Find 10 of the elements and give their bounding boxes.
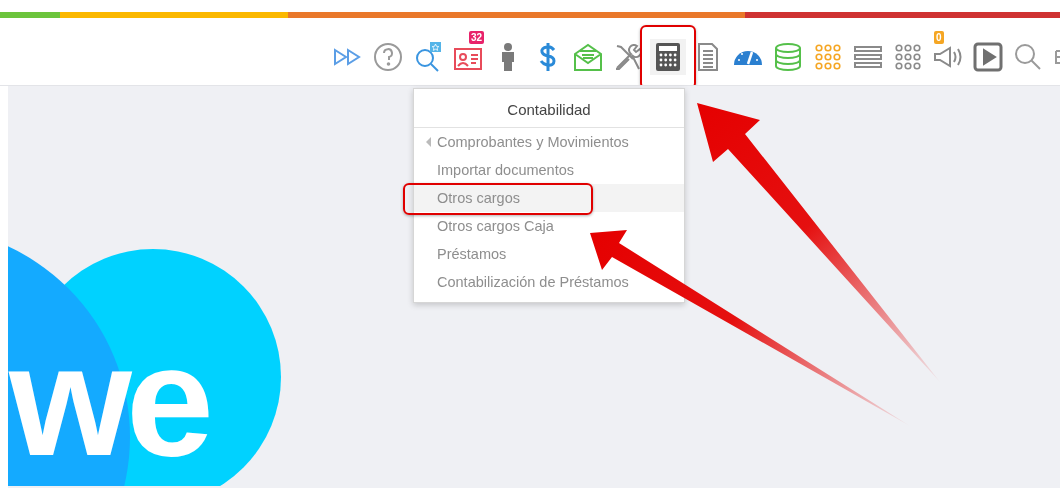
calculator-icon[interactable] (650, 38, 686, 75)
menu-item[interactable]: Otros cargos Caja (437, 212, 554, 240)
menu-item[interactable]: Contabilización de Préstamos (437, 268, 629, 296)
menu-item[interactable]: Comprobantes y Movimientos (437, 128, 629, 156)
menu-title: Contabilidad (414, 89, 684, 128)
count-badge: 0 (934, 30, 944, 44)
count-badge: 32 (468, 30, 484, 44)
menu-item[interactable]: Importar documentos (437, 156, 574, 184)
menu-item[interactable]: Otros cargos (437, 184, 520, 212)
menu-item[interactable]: Préstamos (437, 240, 507, 268)
